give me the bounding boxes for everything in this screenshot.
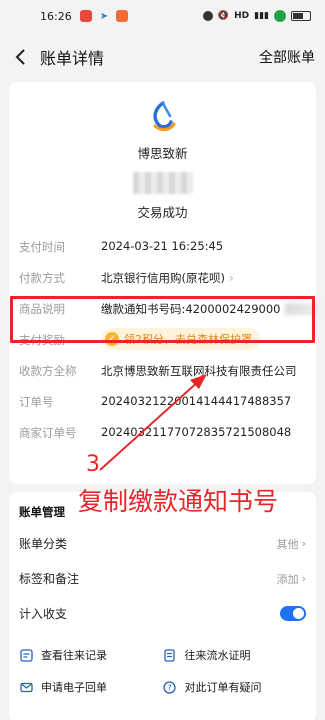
merchant-logo-icon xyxy=(152,101,175,131)
detail-label: 商家订单号 xyxy=(19,426,77,440)
manage-row-category[interactable]: 账单分类 其他 › xyxy=(19,526,306,561)
chevron-right-icon: › xyxy=(301,537,306,550)
bill-management-card: 账单管理 账单分类 其他 › 标签和备注 添加 › 计入收支 查看往来记录 往来流水… xyxy=(9,492,316,720)
action-label: 查看往来记录 xyxy=(41,649,107,662)
detail-value: 北京银行信用购(原花呗) xyxy=(101,271,225,285)
annotation-text: 复制缴款通知书号 xyxy=(78,487,279,516)
detail-label: 支付时间 xyxy=(19,240,65,254)
action-label: 申请电子回单 xyxy=(41,681,107,694)
detail-value: 20240321220014144417488357 xyxy=(101,394,292,408)
svg-text:?: ? xyxy=(167,683,171,692)
trade-status: 交易成功 xyxy=(137,205,188,220)
battery-icon xyxy=(291,11,311,21)
order-question-link[interactable]: ? 对此订单有疑问 xyxy=(163,679,307,695)
app-notification-icon xyxy=(79,10,92,22)
manage-label: 标签和备注 xyxy=(19,572,80,586)
back-icon[interactable] xyxy=(10,46,32,68)
detail-label: 收款方全称 xyxy=(19,364,77,378)
pay-icon xyxy=(274,10,286,22)
alarm-icon xyxy=(202,11,213,21)
status-time: 16:26 xyxy=(40,9,72,23)
amount-redacted xyxy=(132,172,193,194)
include-toggle[interactable] xyxy=(280,606,306,621)
action-grid: 查看往来记录 往来流水证明 申请电子回单 ? 对此订单有疑问 xyxy=(19,647,306,695)
certificate-icon xyxy=(163,648,177,662)
action-label: 对此订单有疑问 xyxy=(184,681,262,694)
detail-row-reward: 支付奖励 ✓ 领2积分，去兑森林保护罩 xyxy=(19,328,306,363)
status-bar: 16:26 ➤ 🔇 HD ▮▮▮ xyxy=(0,0,325,32)
view-records-link[interactable]: 查看往来记录 xyxy=(19,647,163,663)
header: 账单详情 全部账单 xyxy=(0,32,325,82)
manage-value: 添加 xyxy=(276,572,299,586)
chevron-right-icon: › xyxy=(301,572,306,585)
mail-icon xyxy=(19,680,33,694)
manage-label: 账单分类 xyxy=(19,537,68,551)
e-receipt-link[interactable]: 申请电子回单 xyxy=(19,679,163,695)
manage-value: 其他 xyxy=(276,537,299,551)
payment-notice-number[interactable]: 缴款通知书号码:4200002429000 xyxy=(101,301,281,317)
annotation-step-number: 3 xyxy=(86,452,100,477)
all-bills-link[interactable]: 全部账单 xyxy=(259,47,315,67)
manage-label: 计入收支 xyxy=(19,607,68,621)
app-notification-icon xyxy=(116,10,129,22)
manage-row-tags[interactable]: 标签和备注 添加 › xyxy=(19,561,306,596)
reward-pill[interactable]: ✓ 领2积分，去兑森林保护罩 xyxy=(101,328,260,350)
coin-icon: ✓ xyxy=(105,332,119,346)
signal-icon: ▮▮▮ xyxy=(254,11,269,21)
arrow-icon: ➤ xyxy=(99,10,109,22)
detail-row-pay-method[interactable]: 付款方式 北京银行信用购(原花呗) › xyxy=(19,270,306,301)
detail-label: 订单号 xyxy=(19,395,54,409)
detail-label: 商品说明 xyxy=(19,302,65,316)
detail-label: 付款方式 xyxy=(19,271,65,285)
records-icon xyxy=(19,648,33,662)
detail-value: 20240321177072835721508048 xyxy=(101,425,292,439)
reward-text: 领2积分，去兑森林保护罩 xyxy=(124,333,252,346)
redacted-tail xyxy=(284,303,323,315)
detail-value: 北京博思致新互联网科技有限责任公司 xyxy=(101,364,297,378)
question-icon: ? xyxy=(163,680,177,694)
detail-row-pay-time: 支付时间 2024-03-21 16:25:45 xyxy=(19,239,306,270)
detail-list: 支付时间 2024-03-21 16:25:45 付款方式 北京银行信用购(原花… xyxy=(19,239,323,456)
chevron-right-icon: › xyxy=(228,271,234,285)
manage-row-include: 计入收支 xyxy=(19,596,306,631)
detail-value: 2024-03-21 16:25:45 xyxy=(101,239,224,253)
detail-row-merchant-order-no: 商家订单号 20240321177072835721508048 xyxy=(19,425,306,456)
detail-label: 支付奖励 xyxy=(19,333,65,347)
mute-icon: 🔇 xyxy=(217,11,230,21)
detail-row-order-no: 订单号 20240321220014144417488357 xyxy=(19,394,306,425)
page-title: 账单详情 xyxy=(40,49,105,68)
bill-detail-card: 博思致新 交易成功 支付时间 2024-03-21 16:25:45 付款方式 … xyxy=(9,82,323,484)
merchant-name: 博思致新 xyxy=(137,146,188,161)
statement-proof-link[interactable]: 往来流水证明 xyxy=(163,647,307,663)
hd-icon: HD xyxy=(234,11,250,21)
action-label: 往来流水证明 xyxy=(184,649,251,662)
detail-row-payee: 收款方全称 北京博思致新互联网科技有限责任公司 xyxy=(19,363,306,394)
